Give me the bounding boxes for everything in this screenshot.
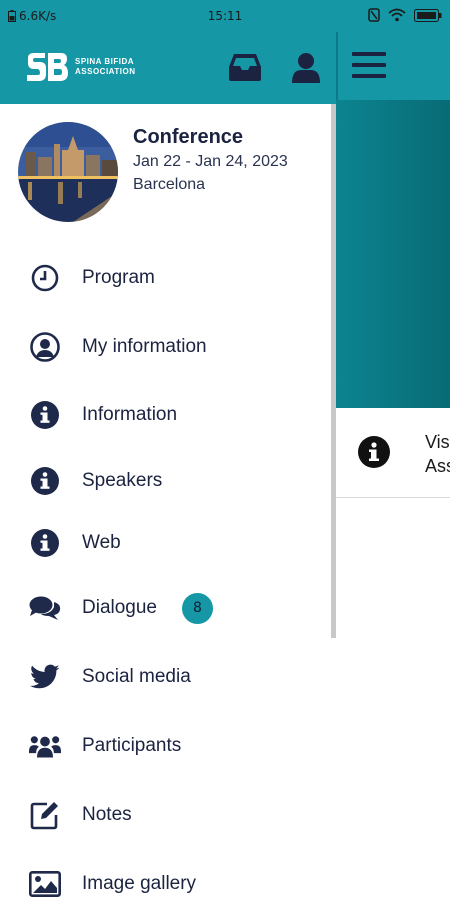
wifi-icon (388, 8, 406, 22)
menu-item-my-information[interactable]: My information (0, 319, 330, 375)
twitter-icon (29, 661, 61, 693)
users-icon (29, 730, 61, 762)
edit-icon (29, 799, 61, 831)
background-info-card[interactable]: Vis Ass (336, 408, 450, 498)
drawer-scrollbar[interactable] (331, 104, 336, 638)
menu-item-label: Participants (82, 735, 182, 756)
status-bar: 6.6K/s 15:11 (0, 0, 450, 32)
menu-item-label: Program (82, 267, 155, 288)
clock-icon (29, 262, 61, 294)
logo[interactable]: SPINA BIFIDA ASSOCIATION (25, 52, 135, 82)
menu-item-label: Social media (82, 666, 191, 687)
menu-item-dialogue[interactable]: Dialogue 8 (0, 580, 330, 636)
hamburger-menu-icon[interactable] (352, 50, 386, 80)
unread-count-badge: 8 (182, 593, 213, 624)
status-right (368, 8, 442, 22)
logo-line1: SPINA BIFIDA (75, 57, 135, 66)
menu-item-program[interactable]: Program (0, 250, 330, 306)
conference-card[interactable]: Conference Jan 22 - Jan 24, 2023 Barcelo… (18, 122, 318, 226)
user-circle-icon (29, 331, 61, 363)
background-card-line2: Ass (425, 456, 450, 476)
battery-icon (414, 8, 442, 22)
menu-item-image-gallery[interactable]: Image gallery (0, 856, 330, 900)
info-icon (358, 436, 390, 468)
conference-title: Conference (133, 126, 244, 148)
logo-line2: ASSOCIATION (75, 67, 136, 76)
drawer-header: SPINA BIFIDA ASSOCIATION (0, 32, 336, 104)
menu-item-speakers[interactable]: Speakers (0, 453, 330, 509)
menu-item-label: Notes (82, 804, 132, 825)
conference-city: Barcelona (133, 176, 206, 193)
menu-item-label: Web (82, 532, 121, 553)
user-icon[interactable] (291, 52, 325, 84)
logo-text: SPINA BIFIDA ASSOCIATION (75, 57, 135, 77)
menu-item-label: Information (82, 404, 178, 425)
info-icon (29, 465, 61, 497)
inbox-icon[interactable] (228, 52, 262, 84)
menu-item-label: My information (82, 336, 207, 357)
menu-item-notes[interactable]: Notes (0, 787, 330, 843)
nfc-icon (368, 8, 380, 22)
conference-dates: Jan 22 - Jan 24, 2023 (133, 153, 288, 170)
menu-item-label: Dialogue (82, 597, 157, 618)
info-icon (29, 527, 61, 559)
menu-item-information[interactable]: Information (0, 387, 330, 443)
menu-item-web[interactable]: Web (0, 515, 330, 571)
background-card-line1: Vis (425, 432, 450, 452)
menu-item-label: Speakers (82, 470, 163, 491)
menu-item-label: Image gallery (82, 873, 197, 894)
menu-item-social-media[interactable]: Social media (0, 649, 330, 705)
info-icon (29, 399, 61, 431)
conference-avatar (18, 122, 118, 222)
background-banner (336, 100, 450, 408)
sb-logo-icon (27, 53, 68, 81)
chat-icon (29, 592, 61, 624)
image-icon (29, 868, 61, 900)
menu-item-participants[interactable]: Participants (0, 718, 330, 774)
background-card-text: Vis Ass (425, 430, 450, 478)
